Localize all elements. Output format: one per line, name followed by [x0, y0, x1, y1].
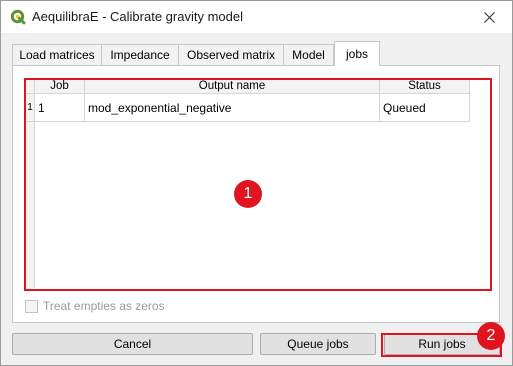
treat-empties-label: Treat empties as zeros	[43, 299, 165, 313]
tab-label: Observed matrix	[186, 48, 276, 62]
qgis-logo-icon	[10, 9, 26, 25]
window-title: AequilibraE - Calibrate gravity model	[32, 9, 243, 24]
tab-label: Model	[292, 48, 325, 62]
close-button[interactable]	[466, 1, 512, 33]
tab-label: Load matrices	[19, 48, 95, 62]
close-icon	[483, 11, 495, 23]
treat-empties-option[interactable]: Treat empties as zeros	[25, 299, 165, 313]
tab-model[interactable]: Model	[283, 44, 334, 65]
queue-jobs-button[interactable]: Queue jobs	[260, 333, 376, 355]
title-bar: AequilibraE - Calibrate gravity model	[1, 1, 512, 33]
annotation-marker-2: 2	[477, 322, 505, 350]
tab-label: jobs	[345, 47, 368, 61]
tab-observed-matrix[interactable]: Observed matrix	[178, 44, 284, 65]
tab-jobs[interactable]: jobs	[334, 41, 380, 66]
tab-impedance[interactable]: Impedance	[101, 44, 179, 65]
cancel-button[interactable]: Cancel	[12, 333, 253, 355]
annotation-marker-1: 1	[234, 180, 262, 208]
tab-label: Impedance	[110, 48, 170, 62]
tab-load-matrices[interactable]: Load matrices	[12, 44, 102, 65]
treat-empties-checkbox[interactable]	[25, 299, 38, 313]
